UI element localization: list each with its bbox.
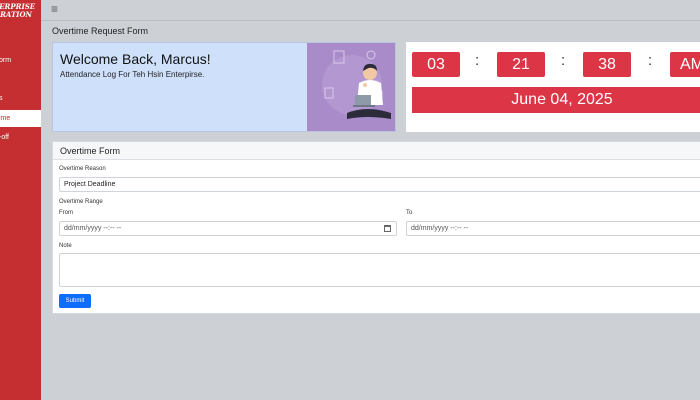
- brand-logo: TERPRISE ORATION: [0, 3, 35, 19]
- to-datetime-input[interactable]: dd/mm/yyyy --:-- --: [406, 221, 700, 236]
- submit-button[interactable]: Submit: [59, 294, 91, 308]
- from-datetime-input[interactable]: dd/mm/yyyy --:-- --: [59, 221, 397, 236]
- form-header: Overtime Form: [53, 142, 700, 160]
- sidebar-item-time-off[interactable]: -off: [0, 129, 41, 146]
- clock-colon: :: [561, 52, 566, 69]
- clock-hours: 03: [412, 52, 460, 77]
- welcome-card: Welcome Back, Marcus! Attendance Log For…: [52, 42, 396, 132]
- sidebar-item-overtime[interactable]: ime: [0, 110, 41, 127]
- welcome-title: Welcome Back, Marcus!: [60, 51, 211, 67]
- to-label: To: [406, 210, 413, 216]
- calendar-icon[interactable]: [384, 225, 391, 232]
- overtime-form-card: Overtime Form Overtime Reason Project De…: [52, 141, 700, 314]
- brand-line-2: ORATION: [0, 10, 32, 19]
- overtime-range-label: Overtime Range: [59, 199, 103, 205]
- overtime-reason-select[interactable]: Project Deadline: [59, 177, 700, 192]
- person-with-laptop-illustration: [307, 43, 395, 131]
- from-datetime-placeholder: dd/mm/yyyy --:-- --: [64, 225, 122, 232]
- sidebar-item-label: -off: [0, 134, 9, 141]
- sidebar-item-form[interactable]: orm: [0, 52, 41, 69]
- clock-date: June 04, 2025: [412, 87, 700, 113]
- form-header-title: Overtime Form: [60, 146, 121, 156]
- from-label: From: [59, 210, 73, 216]
- sidebar-item-logs[interactable]: s: [0, 90, 41, 107]
- note-label: Note: [59, 243, 72, 249]
- clock-minutes: 21: [497, 52, 545, 77]
- sidebar-item-label: orm: [0, 57, 12, 64]
- page-title: Overtime Request Form: [52, 26, 149, 36]
- note-textarea[interactable]: [59, 253, 700, 287]
- sidebar-item-label: s: [0, 95, 3, 102]
- overtime-reason-label: Overtime Reason: [59, 166, 106, 172]
- welcome-subtitle: Attendance Log For Teh Hsin Enterpirse.: [60, 70, 205, 79]
- clock-colon: :: [475, 52, 480, 69]
- hamburger-menu-icon[interactable]: ≡: [51, 3, 58, 15]
- to-datetime-placeholder: dd/mm/yyyy --:-- --: [411, 225, 469, 232]
- clock-card: 03 : 21 : 38 : AM June 04, 2025: [406, 42, 700, 132]
- clock-colon: :: [648, 52, 653, 69]
- clock-ampm: AM: [670, 52, 700, 77]
- sidebar-item-label: ime: [0, 115, 11, 122]
- clock-seconds: 38: [583, 52, 631, 77]
- sidebar: TERPRISE ORATION orm s ime -off: [0, 0, 41, 400]
- top-bar: ≡: [41, 0, 700, 21]
